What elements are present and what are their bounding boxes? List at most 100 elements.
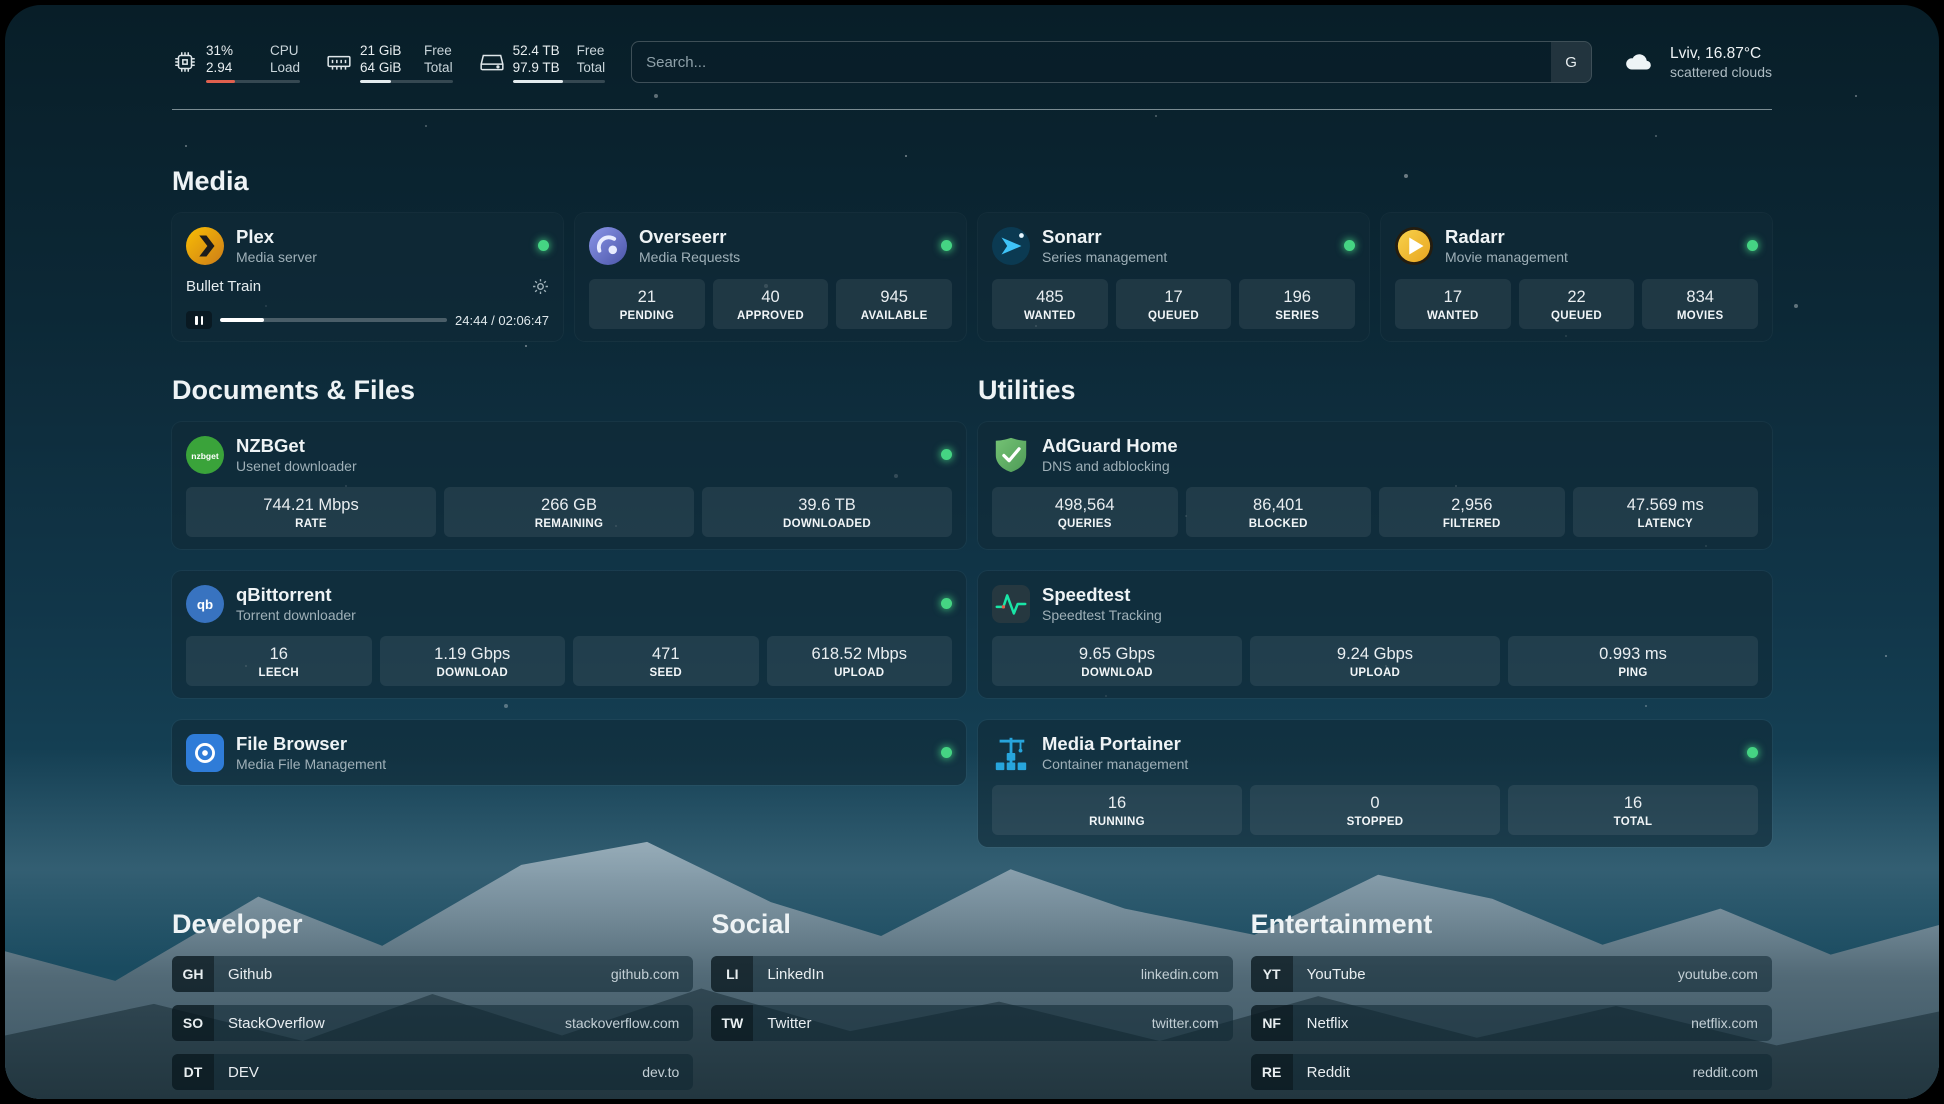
now-playing-title: Bullet Train (186, 278, 261, 295)
stat-ping: 0.993 ms PING (1508, 636, 1758, 686)
memory-free-label: Free (424, 42, 453, 59)
status-dot (538, 240, 549, 251)
bookmark-abbr: LI (711, 956, 753, 992)
stat-movies: 834 MOVIES (1642, 279, 1758, 329)
search-provider-button[interactable]: G (1551, 42, 1591, 82)
speedtest-icon (992, 585, 1030, 623)
bookmark-name: YouTube (1307, 966, 1366, 983)
stat-latency: 47.569 ms LATENCY (1573, 487, 1759, 537)
svg-text:nzbget: nzbget (191, 450, 219, 460)
disk-widget: 52.4 TB 97.9 TB Free Total (479, 42, 606, 83)
stat-total: 16 TOTAL (1508, 785, 1758, 835)
service-subtitle: Media server (236, 248, 317, 266)
service-card-sonarr[interactable]: Sonarr Series management 485 WANTED 17 Q… (978, 213, 1369, 341)
bookmark-group-developer: Developer GH Github github.com SO StackO… (172, 909, 693, 1099)
stat-queries: 498,564 QUERIES (992, 487, 1178, 537)
section-documents-files: Documents & Files nzbget NZBGet Usenet d… (172, 375, 966, 847)
service-card-plex[interactable]: Plex Media server Bullet Train (172, 213, 563, 341)
social-section-title: Social (711, 909, 1232, 940)
bookmark-netflix[interactable]: NF Netflix netflix.com (1251, 1005, 1772, 1041)
bookmark-url: youtube.com (1678, 966, 1758, 982)
service-card-nzbget[interactable]: nzbget NZBGet Usenet downloader 744.21 M… (172, 422, 966, 549)
bookmark-abbr: GH (172, 956, 214, 992)
bookmark-url: reddit.com (1693, 1064, 1758, 1080)
svg-text:qb: qb (197, 596, 213, 611)
stat-download: 1.19 Gbps DOWNLOAD (380, 636, 566, 686)
memory-icon (326, 49, 352, 75)
bookmark-linkedin[interactable]: LI LinkedIn linkedin.com (711, 956, 1232, 992)
widget-settings-gear-icon[interactable] (532, 278, 549, 295)
search-input[interactable] (631, 41, 1592, 83)
bookmark-github[interactable]: GH Github github.com (172, 956, 693, 992)
memory-widget: 21 GiB 64 GiB Free Total (326, 42, 453, 83)
service-card-qbittorrent[interactable]: qb qBittorrent Torrent downloader 16 (172, 571, 966, 698)
stat-pending: 21 PENDING (589, 279, 705, 329)
media-section-title: Media (172, 166, 1772, 197)
service-subtitle: Torrent downloader (236, 606, 356, 624)
section-utilities: Utilities AdGuard Home DNS and adblockin… (978, 375, 1772, 847)
sonarr-icon (992, 227, 1030, 265)
stat-approved: 40 APPROVED (713, 279, 829, 329)
bookmark-abbr: NF (1251, 1005, 1293, 1041)
bookmark-abbr: DT (172, 1054, 214, 1090)
stat-blocked: 86,401 BLOCKED (1186, 487, 1372, 537)
service-name: Radarr (1445, 225, 1568, 248)
stat-upload: 618.52 Mbps UPLOAD (767, 636, 953, 686)
service-name: qBittorrent (236, 583, 356, 606)
stat-queued: 17 QUEUED (1116, 279, 1232, 329)
stat-seed: 471 SEED (573, 636, 759, 686)
service-card-adguard-home[interactable]: AdGuard Home DNS and adblocking 498,564 … (978, 422, 1772, 549)
service-card-speedtest[interactable]: Speedtest Speedtest Tracking 9.65 Gbps D… (978, 571, 1772, 698)
service-name: Speedtest (1042, 583, 1162, 606)
weather-condition: scattered clouds (1670, 63, 1772, 81)
bookmark-group-entertainment: Entertainment YT YouTube youtube.com NF … (1251, 909, 1772, 1099)
bookmark-name: Reddit (1307, 1064, 1350, 1081)
nzbget-icon: nzbget (186, 436, 224, 474)
stat-stopped: 0 STOPPED (1250, 785, 1500, 835)
entertainment-section-title: Entertainment (1251, 909, 1772, 940)
bookmark-twitter[interactable]: TW Twitter twitter.com (711, 1005, 1232, 1041)
stat-available: 945 AVAILABLE (836, 279, 952, 329)
bookmark-url: twitter.com (1152, 1015, 1219, 1031)
bookmark-abbr: RE (1251, 1054, 1293, 1090)
cpu-widget: 31% 2.94 CPU Load (172, 42, 300, 83)
service-card-overseerr[interactable]: Overseerr Media Requests 21 PENDING 40 A… (575, 213, 966, 341)
stat-series: 196 SERIES (1239, 279, 1355, 329)
playback-progress-bar[interactable] (220, 318, 447, 322)
status-dot (1747, 240, 1758, 251)
top-bar: 31% 2.94 CPU Load (172, 5, 1772, 83)
bookmark-name: StackOverflow (228, 1015, 325, 1032)
cpu-load-value: 2.94 (206, 59, 254, 76)
bookmark-name: Github (228, 966, 272, 983)
status-dot (1344, 240, 1355, 251)
bookmark-stackoverflow[interactable]: SO StackOverflow stackoverflow.com (172, 1005, 693, 1041)
stat-remaining: 266 GB REMAINING (444, 487, 694, 537)
service-card-portainer[interactable]: Media Portainer Container management 16 … (978, 720, 1772, 847)
service-subtitle: Series management (1042, 248, 1167, 266)
disk-total-value: 97.9 TB (513, 59, 561, 76)
bookmark-abbr: YT (1251, 956, 1293, 992)
status-dot (941, 240, 952, 251)
bookmark-reddit[interactable]: RE Reddit reddit.com (1251, 1054, 1772, 1090)
developer-section-title: Developer (172, 909, 693, 940)
adguard-shield-icon (992, 436, 1030, 474)
service-card-filebrowser[interactable]: File Browser Media File Management (172, 720, 966, 785)
pause-button[interactable] (186, 311, 212, 329)
cpu-usage-bar (206, 80, 300, 83)
status-dot (941, 449, 952, 460)
bookmark-dev[interactable]: DT DEV dev.to (172, 1054, 693, 1090)
bookmark-youtube[interactable]: YT YouTube youtube.com (1251, 956, 1772, 992)
cpu-percent: 31% (206, 42, 254, 59)
service-card-radarr[interactable]: Radarr Movie management 17 WANTED 22 QUE… (1381, 213, 1772, 341)
stat-downloaded: 39.6 TB DOWNLOADED (702, 487, 952, 537)
bookmark-abbr: SO (172, 1005, 214, 1041)
overseerr-icon (589, 227, 627, 265)
radarr-icon (1395, 227, 1433, 265)
stat-wanted: 485 WANTED (992, 279, 1108, 329)
service-subtitle: Media File Management (236, 755, 386, 773)
memory-usage-bar (360, 80, 453, 83)
utilities-section-title: Utilities (978, 375, 1772, 406)
cloud-icon (1618, 47, 1658, 77)
bookmark-url: dev.to (642, 1064, 679, 1080)
stat-rate: 744.21 Mbps RATE (186, 487, 436, 537)
